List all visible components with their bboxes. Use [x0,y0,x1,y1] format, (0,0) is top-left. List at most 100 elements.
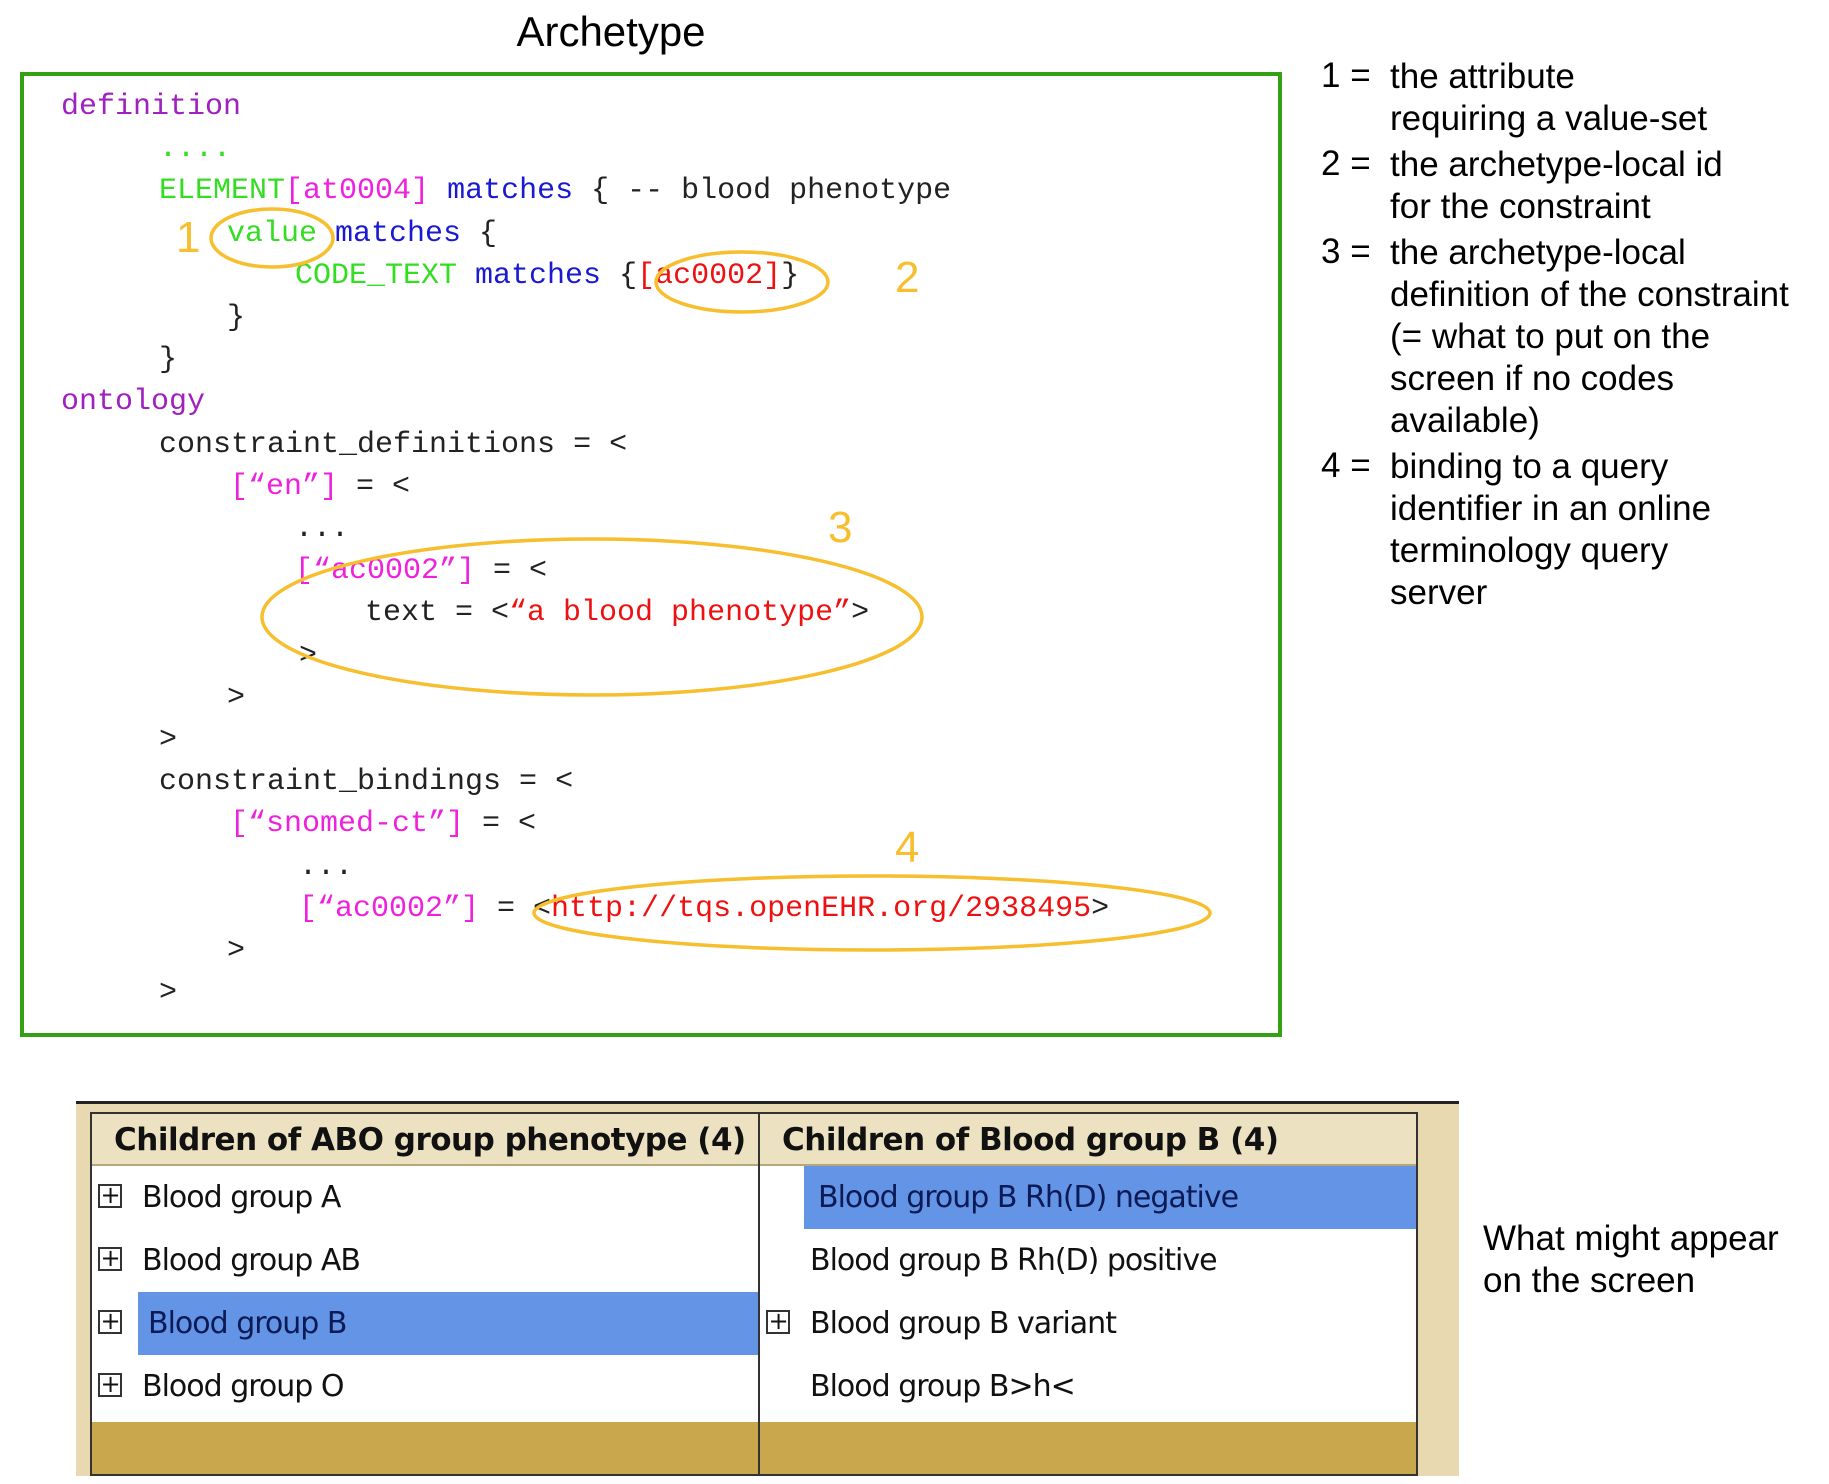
expand-icon[interactable]: + [98,1309,122,1334]
legend-number: 1 = [1321,56,1371,95]
legend-number: 2 = [1321,144,1371,183]
code-line: text = <“a blood phenotype”> [365,598,869,628]
diagram-title: Archetype [516,8,706,55]
code-token: = < [479,891,552,926]
tree-row-label: Blood group B [148,1306,347,1341]
code-token: > [851,596,870,631]
code-line: ... [299,852,353,882]
code-token: } [781,258,800,293]
code-token: > [227,680,246,715]
tree-row-label: Blood group B>h< [810,1369,1076,1404]
legend-line: definition of the constraint [1390,275,1789,314]
annotation-number-1: 1 [176,213,201,262]
legend-line: available) [1390,401,1540,440]
expand-icon[interactable]: + [98,1372,122,1397]
expand-icon[interactable]: + [766,1309,790,1334]
annotation-number-3: 3 [828,503,853,552]
caption-line: What might appear [1483,1219,1779,1258]
code-token: definition [61,90,242,124]
code-token: ELEMENT [159,174,286,209]
code-token: matches [429,174,574,209]
tree-row[interactable]: Blood group B Rh(D) positive [760,1229,1416,1292]
right-pane: Children of Blood group B (4) Blood grou… [758,1112,1418,1476]
terminology-browser-panel: Children of ABO group phenotype (4) + Bl… [76,1101,1459,1476]
code-line: ontology [61,387,205,417]
tree-row-label: Blood group B variant [810,1306,1117,1341]
code-line: constraint_definitions = < [159,430,627,460]
code-line: } [159,345,177,375]
tree-row-label: Blood group A [142,1180,341,1215]
legend-line: the attribute [1390,57,1575,96]
code-token: [“ac0002”] [295,554,476,589]
left-pane-footer [92,1422,766,1474]
code-token: CODE_TEXT [295,258,458,293]
code-token: > [1091,891,1110,926]
code-token: = < [338,469,411,504]
code-token: { -- blood phenotype [573,174,952,209]
legend-number: 4 = [1321,446,1371,485]
code-token: [“ac0002”] [299,891,480,926]
code-line: > [227,936,245,966]
legend-item-3: 3 = the archetype-local definition of th… [1321,232,1829,442]
left-pane-header: Children of ABO group phenotype (4) [92,1114,766,1166]
code-token: > [227,934,246,968]
code-line: > [159,978,177,1008]
tree-row-label: Blood group AB [142,1243,361,1278]
code-token: matches [457,258,602,293]
annotation-number-2: 2 [895,253,920,302]
code-line: } [227,303,245,333]
legend-line: the archetype-local [1390,233,1686,272]
legend-line: binding to a query [1390,447,1669,486]
expand-icon[interactable]: + [98,1246,122,1271]
code-token: http://tqs.openEHR.org/2938495 [551,891,1092,926]
legend-item-2: 2 = the archetype-local id for the const… [1321,144,1829,228]
code-line: ... [295,514,349,544]
tree-row-label: Blood group O [142,1369,344,1404]
tree-row-selected[interactable]: + Blood group B [92,1292,766,1355]
code-line: .... [159,134,231,164]
code-token: ... [295,512,350,546]
code-line: > [159,725,177,755]
code-token: [ac0002] [637,258,782,293]
code-token: ontology [61,385,206,420]
code-line: constraint_bindings = < [159,767,573,797]
code-token: value [227,216,318,251]
legend-line: server [1390,573,1488,612]
code-token: .... [159,132,232,167]
code-line: [“snomed-ct”] = < [230,809,536,839]
code-line: > [227,683,245,713]
code-token: [“en”] [230,469,339,504]
legend-line: requiring a value-set [1390,99,1708,138]
code-token: = < [464,807,537,842]
code-line: [“ac0002”] = <http://tqs.openEHR.org/293… [299,894,1109,924]
code-token: “a blood phenotype” [509,596,852,631]
left-pane: Children of ABO group phenotype (4) + Bl… [90,1112,768,1476]
code-line: value matches { [227,219,497,249]
code-token: ... [299,849,354,884]
legend-line: identifier in an online [1390,489,1712,528]
legend: 1 = the attribute requiring a value-set … [1321,56,1829,618]
legend-number: 3 = [1321,232,1371,271]
legend-item-4: 4 = binding to a query identifier in an … [1321,446,1829,614]
caption-line: on the screen [1483,1261,1696,1300]
code-token: [“snomed-ct”] [230,807,465,842]
legend-item-1: 1 = the attribute requiring a value-set [1321,56,1829,140]
screen-caption: What might appear on the screen [1483,1218,1779,1302]
tree-row-label: Blood group B Rh(D) negative [818,1180,1239,1215]
tree-row[interactable]: + Blood group AB [92,1229,766,1292]
code-line: ELEMENT[at0004] matches { -- blood pheno… [159,176,951,206]
code-token: } [227,301,246,335]
tree-row[interactable]: + Blood group B variant [760,1292,1416,1355]
code-token: > [299,638,318,673]
tree-row[interactable]: Blood group B>h< [760,1355,1416,1418]
tree-row[interactable]: + Blood group A [92,1166,766,1229]
tree-row-selected[interactable]: Blood group B Rh(D) negative [760,1166,1416,1229]
tree-row-label: Blood group B Rh(D) positive [810,1243,1218,1278]
tree-row[interactable]: + Blood group O [92,1355,766,1418]
expand-icon[interactable]: + [98,1183,122,1208]
code-line: [“en”] = < [230,472,410,502]
legend-line: (= what to put on the [1390,317,1711,356]
code-token: { [601,258,638,293]
right-pane-header: Children of Blood group B (4) [760,1114,1416,1166]
code-line: CODE_TEXT matches {[ac0002]} [295,261,799,291]
